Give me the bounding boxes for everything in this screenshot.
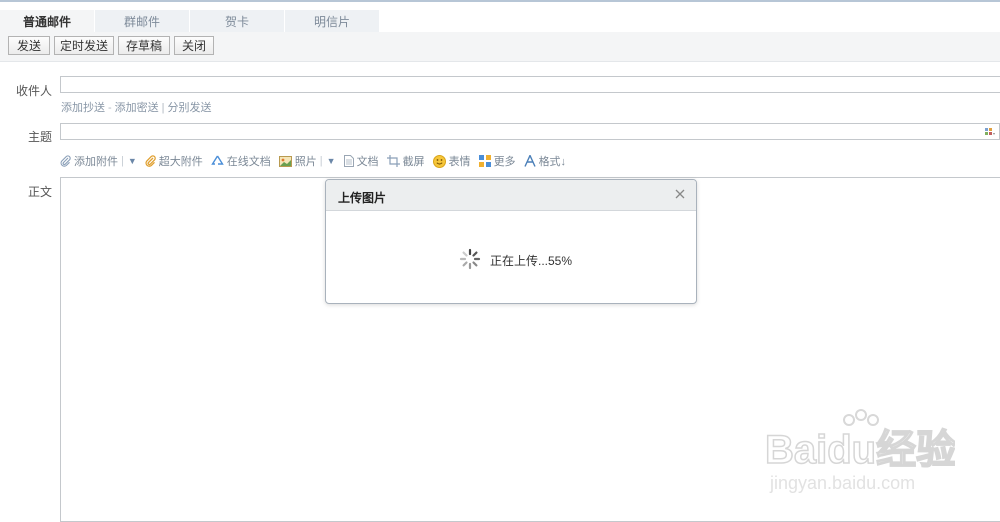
send-button[interactable]: 发送	[8, 36, 50, 55]
online-doc-button[interactable]: 在线文档	[211, 153, 271, 169]
separator-pipe: |	[161, 102, 165, 114]
recipient-label: 收件人	[15, 84, 52, 98]
subject-label: 主题	[27, 130, 52, 144]
attachment-toolbar: 添加附件 | ▼ 超大附件 在线文档 照片 | ▼ 文档 截屏 表情 更多 格式…	[60, 153, 574, 169]
compose-toolbar: 发送 定时发送 存草稿 关闭	[0, 32, 1000, 62]
document-label: 文档	[356, 156, 379, 168]
scheduled-send-button[interactable]: 定时发送	[54, 36, 114, 55]
baidu-jingyan-watermark: Baidu经验 jingyan.baidu.com	[765, 409, 955, 493]
dialog-body: 正在上传...55%	[326, 211, 696, 303]
more-label: 更多	[493, 156, 516, 168]
grid-more-icon	[478, 155, 491, 167]
close-icon[interactable]	[673, 187, 687, 201]
tab-normal-mail[interactable]: 普通邮件	[0, 10, 94, 32]
add-bcc-link[interactable]: 添加密送	[115, 102, 159, 114]
tab-postcard[interactable]: 明信片	[285, 10, 379, 32]
large-attachment-button[interactable]: 超大附件	[145, 153, 203, 169]
mail-type-tabs: 普通邮件 群邮件 贺卡 明信片	[0, 10, 380, 32]
document-button[interactable]: 文档	[343, 153, 379, 169]
close-button[interactable]: 关闭	[174, 36, 214, 55]
photo-icon	[278, 155, 292, 167]
screenshot-button[interactable]: 截屏	[386, 153, 425, 169]
large-paperclip-icon	[145, 155, 156, 167]
attachment-divider: |	[121, 155, 124, 167]
grid-options-icon[interactable]	[985, 128, 995, 136]
body-label: 正文	[27, 185, 52, 199]
dialog-title: 上传图片	[338, 191, 387, 205]
smiley-icon	[432, 154, 446, 168]
document-icon	[343, 155, 354, 167]
upload-image-dialog: 上传图片 正在上传...55%	[325, 179, 697, 304]
photo-label: 照片	[294, 156, 317, 168]
online-doc-label: 在线文档	[226, 156, 271, 168]
more-button[interactable]: 更多	[478, 153, 516, 169]
tab-greeting-card[interactable]: 贺卡	[190, 10, 284, 32]
recipient-field[interactable]	[60, 76, 1000, 93]
add-cc-link[interactable]: 添加抄送	[61, 102, 105, 114]
font-format-icon	[523, 155, 536, 167]
watermark-url: jingyan.baidu.com	[769, 473, 915, 493]
emoji-label: 表情	[448, 156, 471, 168]
photo-divider: |	[319, 155, 323, 167]
upload-progress-text: 正在上传...55%	[490, 254, 573, 268]
screenshot-icon	[386, 155, 400, 167]
watermark-brand: Baidu经验	[765, 428, 955, 472]
format-button[interactable]: 格式↓	[523, 153, 567, 169]
format-label: 格式↓	[538, 156, 567, 168]
separate-send-link[interactable]: 分别发送	[168, 102, 212, 114]
separator-dash: -	[108, 102, 112, 114]
photo-chevron-down-icon[interactable]: ▼	[327, 156, 336, 166]
dialog-header: 上传图片	[326, 180, 696, 211]
subject-field[interactable]	[60, 123, 1000, 140]
emoji-button[interactable]: 表情	[432, 153, 471, 169]
loading-spinner-icon	[459, 248, 481, 270]
paperclip-icon	[60, 155, 71, 167]
add-attachment-button[interactable]: 添加附件 | ▼	[60, 153, 137, 169]
tab-group-mail[interactable]: 群邮件	[95, 10, 189, 32]
recipient-options: 添加抄送 - 添加密送 | 分别发送	[61, 99, 212, 115]
add-attachment-label: 添加附件	[74, 156, 118, 168]
recycle-doc-icon	[211, 155, 224, 165]
photo-button[interactable]: 照片 | ▼	[278, 153, 336, 169]
chevron-down-icon[interactable]: ▼	[128, 156, 137, 166]
large-attachment-label: 超大附件	[158, 156, 203, 168]
screenshot-label: 截屏	[402, 156, 425, 168]
top-border	[0, 0, 1000, 2]
save-draft-button[interactable]: 存草稿	[118, 36, 170, 55]
